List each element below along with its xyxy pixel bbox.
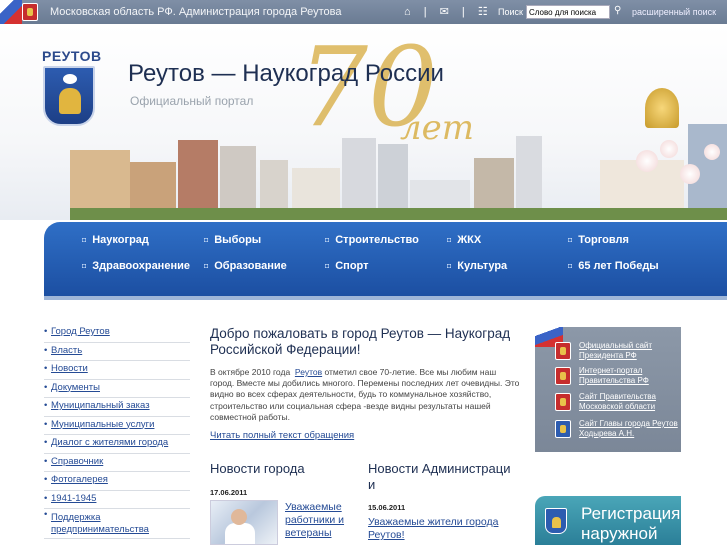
home-icon[interactable]: ⌂	[404, 6, 411, 18]
registration-banner-line1: Регистрация	[581, 504, 681, 523]
link-moscow-region[interactable]: Сайт Правительства Московской области	[555, 391, 679, 417]
link-city-head[interactable]: Сайт Главы города Реутов Ходырева А.Н.	[555, 418, 679, 444]
nav-item-trade[interactable]: Торговля	[568, 234, 629, 246]
nav-item-naukograd[interactable]: Наукоград	[82, 234, 149, 246]
sidebar-item-municipal-services[interactable]: Муниципальные услуги	[44, 417, 190, 435]
nav-item-education[interactable]: Образование	[204, 260, 287, 272]
registration-banner-line2: наружной	[581, 524, 658, 543]
link-government-label: Интернет-портал Правительства РФ	[579, 366, 649, 385]
welcome-body: В октябре 2010 года Реутов отметил свое …	[210, 367, 520, 423]
moscow-region-emblem-icon	[22, 3, 38, 21]
top-bar-icons: ⌂ | ✉ | ☷	[404, 6, 488, 18]
mail-icon[interactable]: ✉	[440, 6, 449, 18]
read-full-text-link[interactable]: Читать полный текст обращения	[210, 430, 354, 441]
header-banner: РЕУТОВ 70 лет Реутов — Наукоград России …	[0, 24, 727, 220]
reutov-emblem-icon	[545, 508, 567, 534]
sidebar-item-news[interactable]: Новости	[44, 361, 190, 380]
city-news-heading: Новости города	[210, 461, 305, 476]
link-moscow-region-label: Сайт Правительства Московской области	[579, 392, 656, 411]
nav-item-culture[interactable]: Культура	[447, 260, 507, 272]
top-bar-title: Московская область РФ. Администрация гор…	[50, 6, 342, 18]
reutov-emblem-icon	[555, 420, 571, 438]
reutov-link[interactable]: Реутов	[295, 367, 322, 377]
advanced-search-link[interactable]: расширенный поиск	[632, 7, 716, 17]
main-navigation: Наукоград Выборы Строительство ЖКХ Торго…	[44, 222, 727, 300]
search-input[interactable]	[526, 5, 610, 19]
sidebar-item-power[interactable]: Власть	[44, 343, 190, 361]
official-links-panel: Официальный сайт Президента РФ Интернет-…	[535, 327, 681, 452]
russia-emblem-icon	[555, 342, 571, 360]
registration-banner[interactable]: Регистрация наружной	[535, 496, 681, 545]
city-skyline-image	[70, 88, 727, 220]
sidebar-item-documents[interactable]: Документы	[44, 380, 190, 398]
sitemap-icon[interactable]: ☷	[478, 6, 488, 18]
city-news-link[interactable]: Уважаемые работники и ветераны	[285, 501, 355, 540]
admin-news-heading: Новости Администраци и	[368, 461, 511, 492]
sidebar-item-directory[interactable]: Справочник	[44, 454, 190, 472]
admin-news-link[interactable]: Уважаемые жители города Реутов!	[368, 516, 518, 542]
link-city-head-label: Сайт Главы города Реутов Ходырева А.Н.	[579, 419, 678, 438]
sidebar-item-1941-1945[interactable]: 1941-1945	[44, 491, 190, 509]
welcome-title: Добро пожаловать в город Реутов — Науког…	[210, 326, 511, 357]
moscow-region-emblem-icon	[555, 393, 571, 411]
top-bar: Московская область РФ. Администрация гор…	[0, 0, 727, 24]
search-icon[interactable]: ⚲	[614, 5, 621, 16]
nav-item-victory[interactable]: 65 лет Победы	[568, 260, 658, 272]
news-thumbnail-image[interactable]	[210, 500, 278, 545]
nav-item-construction[interactable]: Строительство	[325, 234, 419, 246]
reutov-crest-icon[interactable]	[43, 66, 95, 126]
russia-flag-icon	[0, 0, 22, 24]
site-subtitle: Официальный портал	[130, 94, 254, 108]
site-title: Реутов — Наукоград России	[128, 60, 444, 87]
sidebar-item-dialog[interactable]: Диалог с жителями города	[44, 435, 190, 454]
nav-item-housing[interactable]: ЖКХ	[447, 234, 481, 246]
sidebar-item-city[interactable]: Город Реутов	[44, 324, 190, 343]
sidebar-menu: Город Реутов Власть Новости Документы Му…	[44, 324, 190, 539]
russia-emblem-icon	[555, 367, 571, 385]
admin-news-date: 15.06.2011	[368, 503, 406, 512]
nav-item-elections[interactable]: Выборы	[204, 234, 261, 246]
sidebar-item-gallery[interactable]: Фотогалерея	[44, 472, 190, 491]
link-president[interactable]: Официальный сайт Президента РФ	[555, 340, 679, 366]
sidebar-item-business-support[interactable]: Поддержка предпринимательства	[44, 509, 190, 539]
sidebar-item-municipal-order[interactable]: Муниципальный заказ	[44, 398, 190, 417]
welcome-body-text-pre: В октябре 2010 года	[210, 367, 291, 377]
logo-text: РЕУТОВ	[42, 48, 102, 64]
nav-item-healthcare[interactable]: Здравоохранение	[82, 260, 190, 272]
link-president-label: Официальный сайт Президента РФ	[579, 341, 653, 360]
link-government[interactable]: Интернет-портал Правительства РФ	[555, 365, 679, 391]
city-news-date: 17.06.2011	[210, 488, 248, 497]
search-label: Поиск	[498, 7, 523, 17]
nav-item-sport[interactable]: Спорт	[325, 260, 368, 272]
